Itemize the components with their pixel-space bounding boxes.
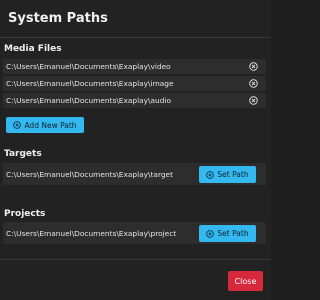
- set-project-path-label: Set Path: [217, 229, 249, 238]
- target-path: C:\Users\Emanuel\Documents\Exaplay\targe…: [6, 169, 173, 179]
- system-paths-dialog: System Paths Media Files C:\Users\Emanue…: [0, 0, 271, 300]
- remove-path-button-audio[interactable]: [248, 96, 258, 106]
- plus-circle-icon: [206, 229, 215, 238]
- media-path-video: C:\Users\Emanuel\Documents\Exaplay\video: [6, 62, 171, 71]
- media-path-row-image: C:\Users\Emanuel\Documents\Exaplay\image: [3, 76, 266, 91]
- footer-divider: [0, 259, 271, 260]
- set-project-path-button[interactable]: Set Path: [199, 225, 256, 242]
- close-button[interactable]: Close: [228, 271, 263, 291]
- project-path: C:\Users\Emanuel\Documents\Exaplay\proje…: [6, 228, 177, 238]
- media-path-image: C:\Users\Emanuel\Documents\Exaplay\image: [6, 79, 174, 88]
- set-target-path-label: Set Path: [217, 170, 249, 179]
- projects-section-title: Projects: [4, 209, 46, 219]
- dialog-title: System Paths: [8, 11, 108, 26]
- add-new-path-button[interactable]: Add New Path: [6, 117, 84, 133]
- plus-circle-icon: [206, 170, 215, 179]
- plus-circle-icon: [13, 121, 22, 129]
- remove-path-button-video[interactable]: [248, 62, 258, 72]
- set-target-path-button[interactable]: Set Path: [199, 166, 256, 183]
- media-path-audio: C:\Users\Emanuel\Documents\Exaplay\audio: [6, 96, 172, 105]
- media-path-row-video: C:\Users\Emanuel\Documents\Exaplay\video: [3, 59, 266, 74]
- media-files-section-title: Media Files: [4, 44, 62, 54]
- media-path-row-audio: C:\Users\Emanuel\Documents\Exaplay\audio: [3, 93, 266, 108]
- add-new-path-label: Add New Path: [24, 120, 77, 130]
- circle-x-icon: [248, 62, 258, 71]
- dialog-header: System Paths: [0, 0, 271, 38]
- remove-path-button-image[interactable]: [248, 79, 258, 89]
- circle-x-icon: [248, 79, 258, 88]
- circle-x-icon: [248, 96, 258, 105]
- targets-section-title: Targets: [4, 149, 42, 159]
